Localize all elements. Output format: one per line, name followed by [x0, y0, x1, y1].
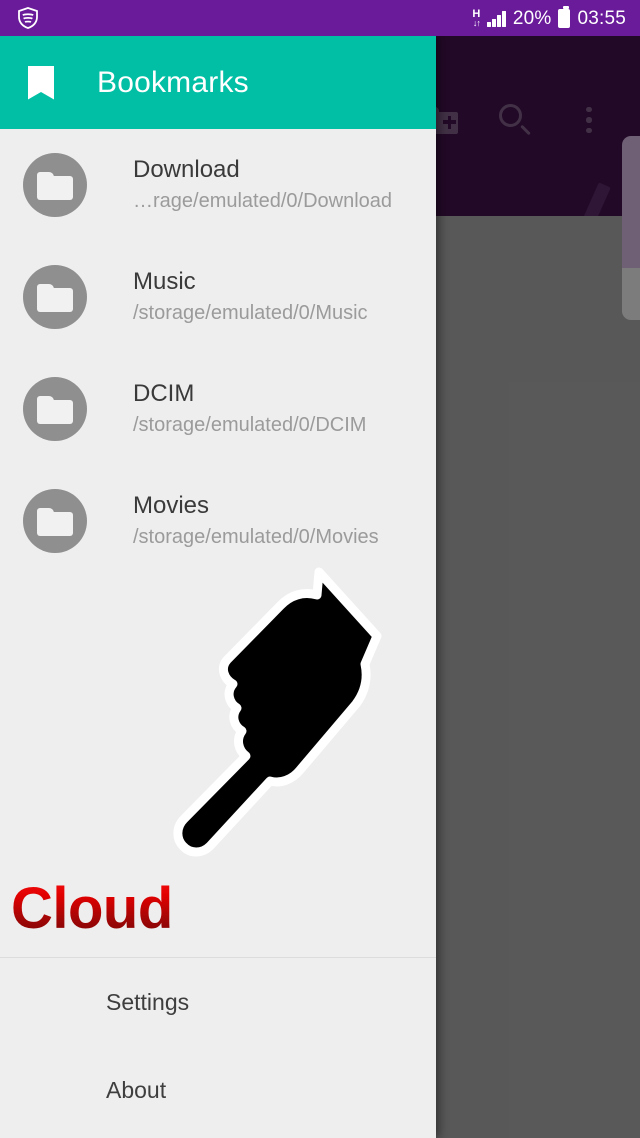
- network-arrows: ↓↑: [472, 17, 481, 28]
- drawer-footer: Settings About: [0, 958, 436, 1138]
- bookmark-item-music[interactable]: Music /storage/emulated/0/Music: [0, 241, 436, 353]
- cloud-watermark: Cloud: [11, 876, 173, 941]
- drawer-item-label: About: [106, 1076, 167, 1103]
- bookmark-path: /storage/emulated/0/DCIM: [133, 413, 367, 436]
- folder-icon: [23, 489, 87, 553]
- bookmark-item-movies[interactable]: Movies /storage/emulated/0/Movies: [0, 465, 436, 577]
- bookmark-text: Download …rage/emulated/0/Download: [133, 156, 392, 213]
- bookmark-icon: [28, 65, 54, 100]
- drawer-item-about[interactable]: About: [0, 1046, 436, 1134]
- folder-icon: [23, 153, 87, 217]
- info-icon: [26, 1072, 64, 1108]
- bookmark-path: /storage/emulated/0/Music: [133, 301, 368, 324]
- bookmark-text: Music /storage/emulated/0/Music: [133, 268, 368, 325]
- bookmark-item-dcim[interactable]: DCIM /storage/emulated/0/DCIM: [0, 353, 436, 465]
- signal-bars-icon: [487, 10, 506, 27]
- clock-label: 03:55: [577, 7, 626, 29]
- bookmark-name: DCIM: [133, 380, 195, 408]
- gear-icon: [22, 978, 64, 1020]
- battery-icon: [558, 5, 571, 28]
- drawer-header: Bookmarks: [0, 36, 436, 129]
- drawer-item-label: Settings: [106, 988, 190, 1015]
- battery-percent-label: 20%: [512, 7, 552, 29]
- bookmark-item-download[interactable]: Download …rage/emulated/0/Download: [0, 129, 436, 241]
- status-bar-right: H ↓↑ 20% 03:55: [472, 5, 626, 29]
- network-type-icon: H ↓↑: [472, 8, 481, 28]
- bookmark-path: …rage/emulated/0/Download: [133, 189, 393, 212]
- folder-icon: [23, 377, 87, 441]
- bookmark-path: /storage/emulated/0/Movies: [133, 525, 379, 548]
- navigation-drawer: Bookmarks Download …rage/emulated/0/Down…: [0, 36, 436, 1138]
- bookmark-list: Download …rage/emulated/0/Download Music…: [0, 129, 436, 957]
- bookmark-name: Movies: [133, 492, 210, 520]
- bookmark-name: Download: [133, 156, 240, 184]
- page-title: Bookmarks: [97, 65, 249, 99]
- shield-logo-icon: [18, 7, 38, 29]
- bookmark-text: DCIM /storage/emulated/0/DCIM: [133, 380, 366, 437]
- phone-screen: H ↓↑ 20% 03:55 Bookmarks Download …rage/…: [0, 0, 640, 1138]
- bookmark-text: Movies /storage/emulated/0/Movies: [133, 492, 379, 549]
- status-bar-left: [16, 6, 472, 30]
- bookmark-name: Music: [133, 268, 196, 296]
- folder-icon: [23, 265, 87, 329]
- drawer-item-settings[interactable]: Settings: [0, 958, 436, 1046]
- status-bar: H ↓↑ 20% 03:55: [0, 0, 640, 36]
